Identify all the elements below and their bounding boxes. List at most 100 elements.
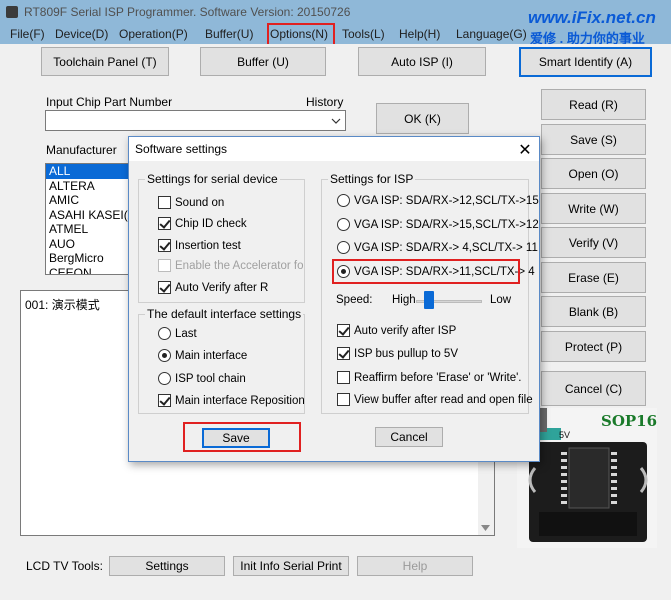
checkbox-label: Auto Verify after R: [175, 281, 269, 294]
dialog-title: Software settings: [135, 142, 228, 156]
radio-label: VGA ISP: SDA/RX->15,SCL/TX->12: [354, 218, 539, 231]
settings-button[interactable]: Settings: [109, 556, 225, 576]
list-item[interactable]: AUO: [46, 237, 129, 252]
checkbox-icon[interactable]: [337, 347, 350, 360]
checkbox-label: Main interface Reposition: [175, 394, 305, 407]
chip-part-input[interactable]: [45, 110, 346, 131]
auto-verify-checkbox[interactable]: Auto Verify after R: [158, 281, 268, 294]
menu-buffer[interactable]: Buffer(U): [205, 27, 253, 41]
checkbox-icon[interactable]: [158, 239, 171, 252]
list-item[interactable]: CEEON: [46, 266, 129, 275]
blank-button[interactable]: Blank (B): [541, 296, 646, 327]
menu-operation[interactable]: Operation(P): [119, 27, 188, 41]
software-settings-dialog: Software settings ✕ Settings for serial …: [128, 136, 540, 462]
checkbox-icon[interactable]: [158, 281, 171, 294]
insertion-test-checkbox[interactable]: Insertion test: [158, 239, 241, 252]
group-title: The default interface settings: [145, 307, 304, 321]
verify-button[interactable]: Verify (V): [541, 227, 646, 258]
sound-on-checkbox[interactable]: Sound on: [158, 196, 224, 209]
checkbox-label: Insertion test: [175, 239, 241, 252]
radio-label: ISP tool chain: [175, 372, 246, 385]
read-button[interactable]: Read (R): [541, 89, 646, 120]
checkbox-icon[interactable]: [337, 371, 350, 384]
cancel-button[interactable]: Cancel: [375, 427, 443, 447]
radio-icon[interactable]: [337, 241, 350, 254]
watermark-url: www.iFix.net.cn: [528, 8, 656, 27]
main-interface-reposition-checkbox[interactable]: Main interface Reposition: [158, 394, 305, 407]
radio-label: VGA ISP: SDA/RX->12,SCL/TX->15: [354, 194, 539, 207]
serial-settings-group: Settings for serial device Sound on Chip…: [138, 172, 305, 303]
speed-low-label: Low: [490, 294, 512, 306]
checkbox-label: Enable the Accelerator for S: [175, 259, 304, 272]
speed-high-label: High: [392, 294, 416, 306]
ok-button[interactable]: OK (K): [376, 103, 469, 134]
smart-identify-button[interactable]: Smart Identify (A): [519, 47, 652, 77]
list-item[interactable]: ALL: [46, 164, 129, 179]
vga-isp-radio-2[interactable]: VGA ISP: SDA/RX->15,SCL/TX->12: [337, 218, 539, 231]
chevron-down-icon[interactable]: [331, 116, 341, 126]
menu-language[interactable]: Language(G): [456, 27, 527, 41]
open-button[interactable]: Open (O): [541, 158, 646, 189]
checkbox-label: Sound on: [175, 196, 225, 209]
menu-file[interactable]: File(F): [10, 27, 45, 41]
checkbox-icon[interactable]: [158, 394, 171, 407]
radio-icon[interactable]: [158, 349, 171, 362]
auto-verify-after-isp-checkbox[interactable]: Auto verify after ISP: [337, 324, 456, 337]
lcd-tv-tools-label: LCD TV Tools:: [26, 559, 103, 573]
radio-icon[interactable]: [158, 372, 171, 385]
chip-type-label: SOP16: [601, 412, 657, 430]
checkbox-label: ISP bus pullup to 5V: [354, 347, 458, 360]
menu-device[interactable]: Device(D): [55, 27, 108, 41]
view-buffer-checkbox[interactable]: View buffer after read and open file: [337, 393, 533, 406]
toolchain-panel-button[interactable]: Toolchain Panel (T): [41, 47, 169, 76]
group-title: Settings for ISP: [328, 172, 416, 186]
reaffirm-checkbox[interactable]: Reaffirm before 'Erase' or 'Write'.: [337, 371, 522, 384]
protect-button[interactable]: Protect (P): [541, 331, 646, 362]
chip-id-check-checkbox[interactable]: Chip ID check: [158, 217, 247, 230]
radio-icon[interactable]: [337, 194, 350, 207]
speed-slider-thumb[interactable]: [424, 291, 435, 309]
save-highlight-box: [183, 422, 301, 452]
manufacturer-list[interactable]: ALL ALTERA AMIC ASAHI KASEI(A ATMEL AUO …: [45, 163, 130, 275]
last-radio[interactable]: Last: [158, 327, 197, 340]
scroll-down-icon[interactable]: [481, 525, 490, 531]
menu-tools[interactable]: Tools(L): [342, 27, 385, 41]
checkbox-icon[interactable]: [337, 324, 350, 337]
menu-bar: File(F) Device(D) Operation(P) Buffer(U)…: [0, 24, 528, 44]
cancel-side-button[interactable]: Cancel (C): [541, 371, 646, 406]
radio-icon[interactable]: [158, 327, 171, 340]
checkbox-icon[interactable]: [158, 196, 171, 209]
checkbox-icon[interactable]: [337, 393, 350, 406]
menu-help[interactable]: Help(H): [399, 27, 440, 41]
list-item[interactable]: ASAHI KASEI(A: [46, 208, 129, 223]
save-side-button[interactable]: Save (S): [541, 124, 646, 155]
auto-isp-button[interactable]: Auto ISP (I): [358, 47, 486, 76]
list-item[interactable]: BergMicro: [46, 251, 129, 266]
vga-isp-radio-3[interactable]: VGA ISP: SDA/RX-> 4,SCL/TX-> 11: [337, 241, 538, 254]
list-item[interactable]: ALTERA: [46, 179, 129, 194]
buffer-button[interactable]: Buffer (U): [200, 47, 326, 76]
radio-icon[interactable]: [337, 218, 350, 231]
checkbox-label: Reaffirm before 'Erase' or 'Write'.: [354, 371, 522, 384]
speed-label: Speed:: [336, 294, 373, 306]
isp-bus-pullup-checkbox[interactable]: ISP bus pullup to 5V: [337, 347, 458, 360]
checkbox-icon[interactable]: [158, 217, 171, 230]
write-button[interactable]: Write (W): [541, 193, 646, 224]
init-info-serial-print-button[interactable]: Init Info Serial Print: [233, 556, 349, 576]
accelerator-checkbox: Enable the Accelerator for S: [158, 259, 304, 272]
isp-settings-group: Settings for ISP VGA ISP: SDA/RX->12,SCL…: [321, 172, 539, 414]
window-title: RT809F Serial ISP Programmer. Software V…: [24, 5, 351, 19]
checkbox-icon: [158, 259, 171, 272]
history-label: History: [306, 95, 344, 109]
list-item[interactable]: ATMEL: [46, 222, 129, 237]
erase-button[interactable]: Erase (E): [541, 262, 646, 293]
vga-isp-radio-1[interactable]: VGA ISP: SDA/RX->12,SCL/TX->15: [337, 194, 539, 207]
help-button: Help: [357, 556, 473, 576]
app-icon: [6, 6, 18, 18]
checkbox-label: Chip ID check: [175, 217, 247, 230]
chip-part-label: Input Chip Part Number: [46, 95, 173, 109]
isp-tool-chain-radio[interactable]: ISP tool chain: [158, 372, 246, 385]
main-interface-radio[interactable]: Main interface: [158, 349, 247, 362]
close-icon[interactable]: ✕: [517, 140, 533, 160]
list-item[interactable]: AMIC: [46, 193, 129, 208]
